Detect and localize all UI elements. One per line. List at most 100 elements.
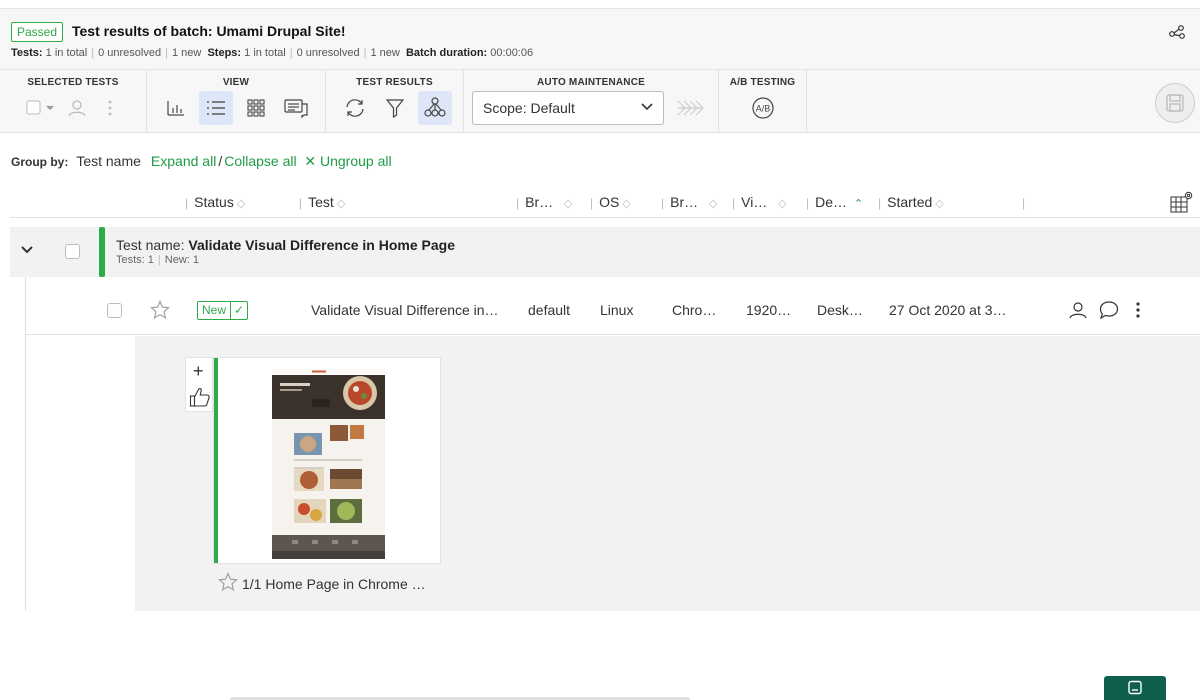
test-results-section: TEST RESULTS — [326, 70, 464, 133]
chevron-down-icon[interactable] — [20, 245, 34, 255]
column-branch-label: Br… — [525, 194, 554, 210]
ab-testing-label: A/B TESTING — [729, 77, 796, 88]
column-viewport-label: Vi… — [741, 194, 768, 210]
test-results-label: TEST RESULTS — [356, 77, 433, 88]
run-maintenance-icon[interactable] — [674, 91, 708, 125]
column-test[interactable]: | Test ◇ — [299, 194, 345, 210]
step-status-stripe — [214, 358, 218, 563]
steps-label: Steps: — [207, 47, 242, 59]
view-label: VIEW — [222, 77, 250, 88]
group-by-value: Test name — [76, 153, 141, 169]
group-new-count: New: 1 — [164, 254, 200, 266]
ab-testing-icon[interactable]: A/B — [746, 91, 780, 125]
selected-tests-label: SELECTED TESTS — [27, 77, 119, 88]
sort-icon: ◇ — [778, 198, 787, 210]
collapse-all-link[interactable]: Collapse all — [224, 153, 296, 169]
group-title-prefix: Test name: — [116, 237, 189, 253]
step-thumbnail-card[interactable] — [213, 357, 441, 564]
filter-icon[interactable] — [378, 91, 412, 125]
scope-select-value: Scope: Default — [483, 100, 575, 116]
top-strip — [0, 0, 1200, 8]
browser-cell: Chro… — [672, 302, 717, 318]
column-test-label: Test — [308, 194, 334, 210]
test-name-cell[interactable]: Validate Visual Difference in… — [311, 302, 499, 318]
page-title: Test results of batch: Umami Drupal Site… — [72, 23, 346, 39]
sort-icon: ◇ — [935, 198, 944, 210]
comment-icon[interactable] — [1099, 300, 1119, 320]
save-button[interactable] — [1155, 83, 1195, 123]
steps-unresolved: 0 unresolved — [296, 47, 360, 59]
select-all-checkbox[interactable] — [20, 91, 60, 125]
group-by-icon[interactable] — [418, 91, 452, 125]
group-by-separator: / — [218, 153, 223, 169]
column-device[interactable]: | De… ⌃ — [806, 194, 863, 210]
column-started-label: Started — [887, 194, 933, 210]
star-icon[interactable] — [150, 300, 170, 320]
assign-user-icon[interactable] — [1068, 300, 1088, 320]
column-browser[interactable]: | Br… ◇ — [661, 194, 717, 210]
selected-tests-section: SELECTED TESTS — [0, 70, 147, 133]
group-by-bar: Group by: Test name Expand all / Collapse al… — [11, 153, 392, 170]
branch-cell: default — [528, 302, 571, 318]
column-os-label: OS — [599, 194, 620, 210]
column-status-label: Status — [194, 194, 234, 210]
tests-total: 1 in total — [45, 47, 88, 59]
group-checkbox[interactable] — [65, 244, 80, 259]
group-title: Test name: Validate Visual Difference in… — [116, 237, 455, 253]
step-tools: + — [185, 357, 213, 412]
chevron-down-icon — [641, 103, 653, 111]
grid-view-icon[interactable] — [239, 91, 273, 125]
steps-total: 1 in total — [244, 47, 286, 59]
assign-user-icon[interactable] — [60, 91, 94, 125]
sort-icon: ◇ — [336, 198, 346, 210]
group-row[interactable]: Test name: Validate Visual Difference in… — [10, 227, 1200, 277]
step-screenshot-thumbnail[interactable] — [272, 369, 385, 559]
tests-new: 1 new — [171, 47, 202, 59]
list-view-icon[interactable] — [199, 91, 233, 125]
auto-maintenance-label: AUTO MAINTENANCE — [536, 77, 645, 88]
row-checkbox[interactable] — [107, 303, 122, 318]
batch-header: Passed Test results of batch: Umami Drup… — [0, 8, 1200, 70]
thumbs-up-icon[interactable] — [189, 386, 211, 408]
add-icon[interactable]: + — [193, 362, 204, 380]
column-os[interactable]: | OS ◇ — [590, 194, 631, 210]
table-row[interactable]: New ✓ Validate Visual Difference in… defa… — [26, 285, 1200, 335]
toolbar: SELECTED TESTS VIEW TEST RESULTS AUTO MA… — [0, 70, 1200, 133]
group-by-label: Group by: — [11, 155, 69, 169]
share-icon[interactable] — [1168, 23, 1186, 41]
column-divider: | — [1022, 196, 1026, 210]
step-caption[interactable]: 1/1 Home Page in Chrome … — [218, 572, 426, 592]
status-badge-label: New — [202, 303, 227, 317]
duration-label: Batch duration: — [405, 47, 488, 59]
sort-icon: ◇ — [563, 198, 573, 210]
refresh-icon[interactable] — [338, 91, 372, 125]
more-options-icon[interactable] — [100, 91, 120, 125]
check-icon: ✓ — [230, 302, 247, 319]
view-section: VIEW — [147, 70, 326, 133]
column-settings-icon[interactable] — [1170, 190, 1194, 214]
details-view-icon[interactable] — [279, 91, 313, 125]
star-icon[interactable] — [218, 572, 238, 592]
column-started[interactable]: | Started ◇ — [878, 194, 944, 210]
step-caption-text: 1/1 Home Page in Chrome … — [242, 576, 426, 592]
sort-ascending-icon: ⌃ — [853, 198, 864, 210]
chat-widget-button[interactable] — [1104, 676, 1166, 700]
ungroup-all-link[interactable]: ✕ Ungroup all — [304, 153, 391, 169]
expand-all-link[interactable]: Expand all — [151, 153, 216, 169]
duration-value: 00:00:06 — [490, 47, 534, 59]
group-status-stripe — [99, 227, 105, 277]
table-header: | Status ◇ | Test ◇ | Br… ◇ | OS ◇ | Br… ◇ | Vi… … — [10, 186, 1200, 218]
more-options-icon[interactable] — [1135, 301, 1141, 319]
sort-icon: ◇ — [622, 198, 631, 210]
chart-view-icon[interactable] — [159, 91, 193, 125]
sort-icon: ◇ — [708, 198, 718, 210]
column-device-label: De… — [815, 194, 848, 210]
tests-label: Tests: — [11, 47, 43, 59]
column-status[interactable]: | Status ◇ — [185, 194, 245, 210]
column-viewport[interactable]: | Vi… ◇ — [732, 194, 787, 210]
status-badge: New ✓ — [197, 301, 249, 320]
status-badge: Passed — [11, 22, 64, 42]
column-branch[interactable]: | Br… ◇ — [516, 194, 572, 210]
auto-maintenance-section: AUTO MAINTENANCE Scope: Default — [464, 70, 719, 133]
scope-select[interactable]: Scope: Default — [472, 91, 664, 125]
